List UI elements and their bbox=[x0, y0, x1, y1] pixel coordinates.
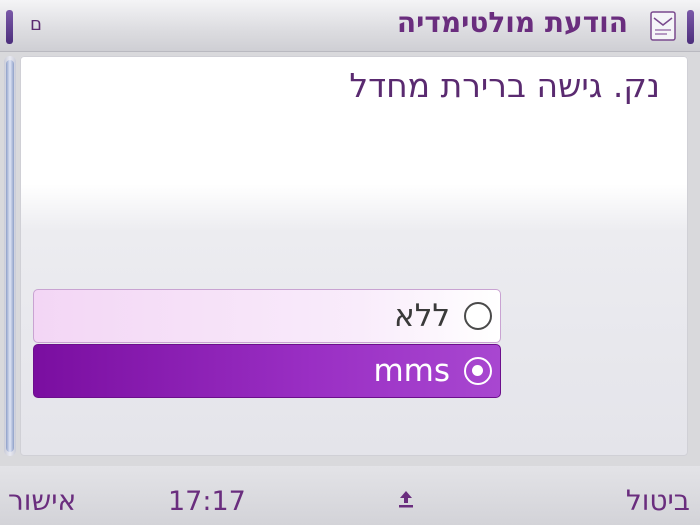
cancel-softkey[interactable]: ביטול bbox=[626, 484, 690, 517]
title-left-indicator: ם bbox=[30, 14, 42, 35]
option-mms[interactable]: mms bbox=[33, 344, 501, 398]
query-prompt: נק. גישה ברירת מחדל bbox=[349, 66, 660, 105]
option-label: ללא bbox=[394, 298, 450, 334]
radio-selected-icon bbox=[464, 357, 492, 385]
confirm-softkey[interactable]: אישור bbox=[8, 484, 76, 517]
clock: 17:17 bbox=[168, 486, 246, 517]
option-label: mms bbox=[373, 353, 450, 389]
softkey-bar: אישור 17:17 ביטול bbox=[0, 466, 700, 525]
scrollbar-thumb[interactable] bbox=[6, 60, 14, 452]
page-title: הודעת מולטימדיה bbox=[396, 6, 628, 39]
right-edge-indicator bbox=[687, 10, 694, 44]
left-edge-indicator bbox=[6, 10, 13, 44]
radio-unselected-icon bbox=[464, 302, 492, 330]
title-bar: ם הודעת מולטימדיה bbox=[0, 0, 700, 52]
option-none[interactable]: ללא bbox=[33, 289, 501, 343]
message-envelope-icon bbox=[650, 11, 676, 41]
upload-arrow-icon[interactable] bbox=[395, 488, 417, 510]
